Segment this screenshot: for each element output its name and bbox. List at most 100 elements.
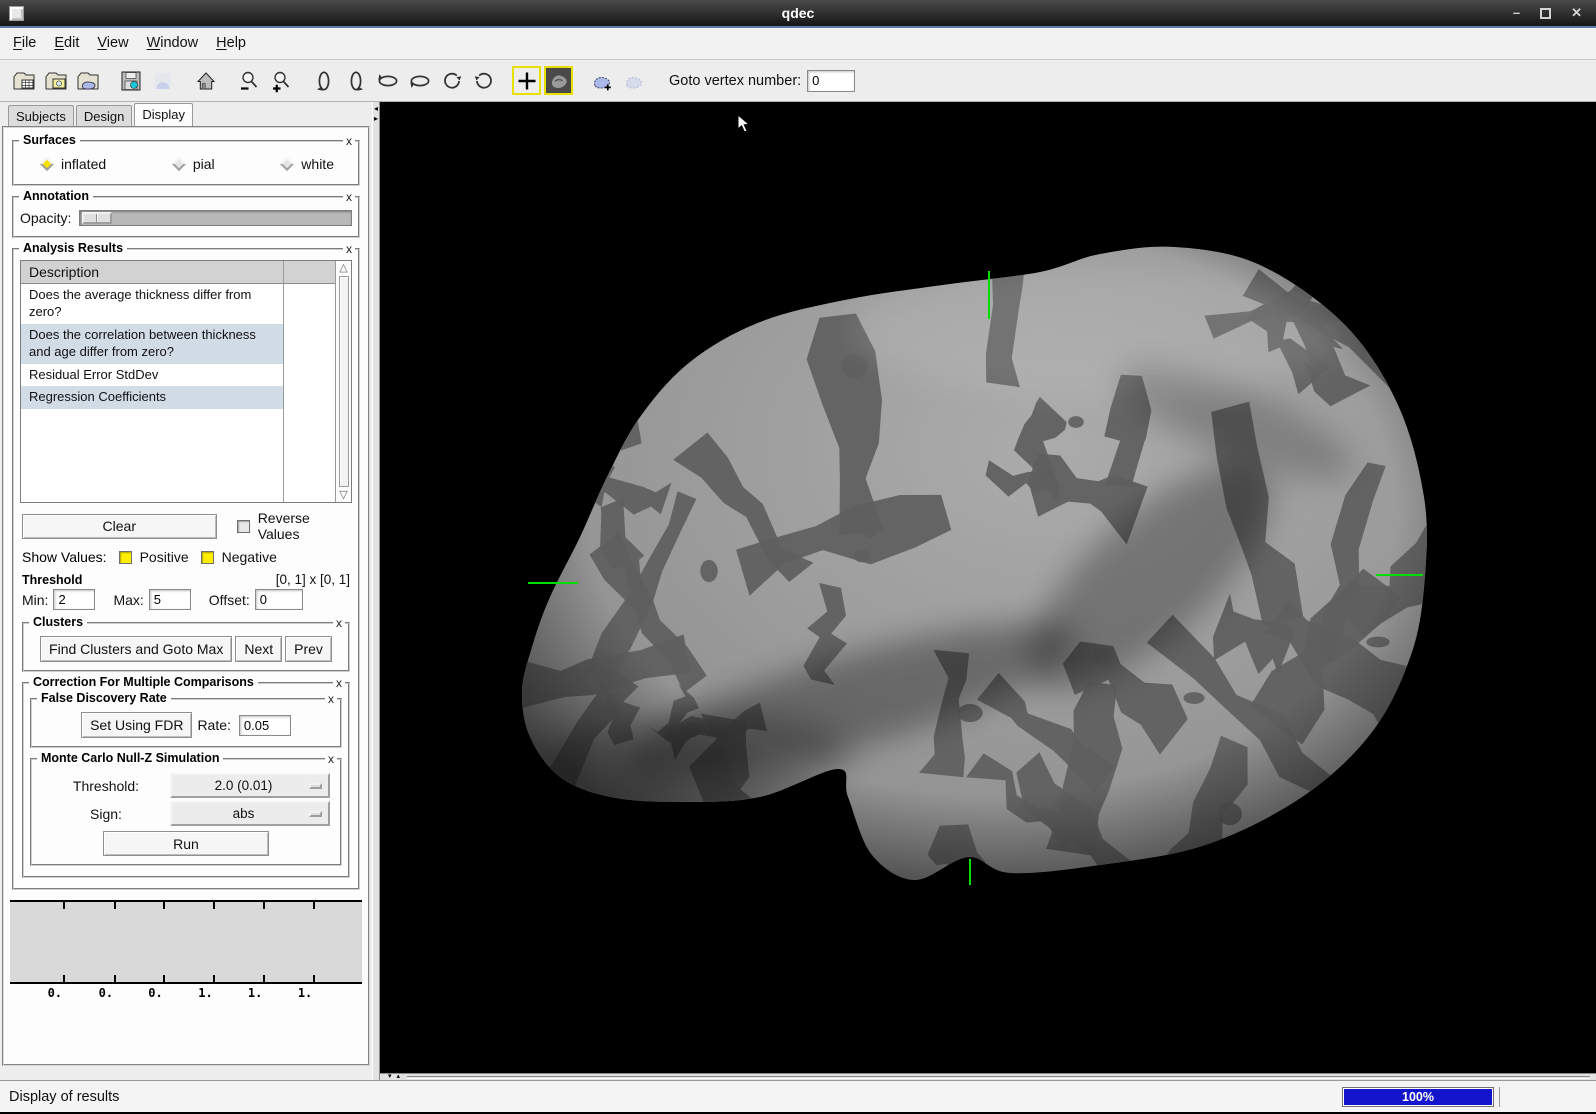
save-tiff-icon[interactable] [116, 66, 145, 95]
menu-help[interactable]: Help [216, 35, 246, 51]
prev-cluster-button[interactable]: Prev [285, 636, 332, 662]
empty-column-header [284, 261, 335, 284]
axis-tick-label: 0. [88, 986, 124, 1000]
opacity-slider[interactable] [79, 210, 352, 226]
axis-tick-label: 1. [287, 986, 323, 1000]
radio-surface-inflated[interactable]: inflated [42, 156, 106, 172]
radio-label: pial [193, 156, 215, 172]
zoom-out-icon[interactable] [234, 66, 263, 95]
threshold-offset-input[interactable] [255, 589, 303, 610]
goto-vertex-input[interactable] [807, 70, 855, 92]
draw-label-tool-icon[interactable] [587, 66, 616, 95]
fdr-close-icon[interactable]: x [325, 692, 337, 706]
axis-tick [213, 902, 215, 909]
radio-surface-white[interactable]: white [282, 156, 334, 172]
radio-diamond-icon [40, 157, 54, 171]
menu-window[interactable]: Window [147, 35, 199, 51]
axis-tick [263, 975, 265, 982]
sash-collapse-down-icon[interactable]: ▾ [388, 1074, 392, 1080]
mc-threshold-label: Threshold: [42, 778, 170, 794]
axis-tick [163, 975, 165, 982]
monte-carlo-frame-title: Monte Carlo Null-Z Simulation [37, 751, 223, 765]
reverse-values-checkbox[interactable] [237, 520, 249, 533]
minimize-button[interactable]: – [1513, 7, 1520, 19]
close-button[interactable]: ✕ [1571, 7, 1582, 19]
3d-surface-view[interactable] [380, 102, 1596, 1073]
title-bar[interactable]: qdec – ✕ [0, 0, 1596, 26]
find-clusters-button[interactable]: Find Clusters and Goto Max [40, 636, 232, 662]
correction-close-icon[interactable]: x [333, 676, 345, 690]
rotate-cw-icon[interactable] [469, 66, 498, 95]
rotate-down-icon[interactable] [405, 66, 434, 95]
tab-display[interactable]: Display [134, 103, 193, 126]
analysis-results-table: Description Does the average thickness d… [20, 260, 352, 503]
rotate-ccw-icon[interactable] [437, 66, 466, 95]
crosshair-select-tool-icon[interactable] [512, 66, 541, 95]
radio-surface-pial[interactable]: pial [174, 156, 215, 172]
axis-tick [263, 902, 265, 909]
tab-design[interactable]: Design [76, 105, 132, 126]
clear-button[interactable]: Clear [22, 514, 217, 539]
view-resize-sash[interactable]: ▾ ▴ [380, 1073, 1596, 1080]
annotation-close-icon[interactable]: x [343, 190, 355, 204]
set-using-fdr-button[interactable]: Set Using FDR [81, 712, 192, 738]
surface-paint-tool-icon[interactable] [544, 66, 573, 95]
rate-label: Rate: [197, 717, 230, 733]
analysis-result-row[interactable]: Regression Coefficients [21, 386, 283, 409]
results-scrollbar[interactable]: △ ▽ [335, 261, 351, 502]
positive-checkbox[interactable] [119, 551, 132, 564]
mc-sign-dropdown[interactable]: abs [170, 801, 330, 826]
status-bar: Display of results 100% [0, 1080, 1596, 1112]
sash-collapse-left-icon[interactable]: ◂ [374, 104, 378, 114]
reverse-values-label: Reverse Values [258, 510, 350, 542]
threshold-max-input[interactable] [149, 589, 191, 610]
status-message: Display of results [9, 1089, 119, 1105]
description-column-header[interactable]: Description [21, 261, 283, 284]
progress-bar: 100% [1342, 1087, 1494, 1107]
rotate-left-icon[interactable] [309, 66, 338, 95]
negative-label: Negative [222, 549, 277, 565]
inflated-brain-surface[interactable] [380, 102, 1596, 1073]
sash-expand-up-icon[interactable]: ▴ [397, 1074, 401, 1080]
analysis-results-close-icon[interactable]: x [343, 242, 355, 256]
negative-checkbox[interactable] [201, 551, 214, 564]
radio-label: white [301, 156, 334, 172]
rotate-right-icon[interactable] [341, 66, 370, 95]
analysis-result-row[interactable]: Residual Error StdDev [21, 364, 283, 387]
menu-file[interactable]: File [13, 35, 36, 51]
fdr-rate-input[interactable] [239, 715, 291, 736]
surfaces-close-icon[interactable]: x [343, 134, 355, 148]
dropdown-indicator-icon [309, 811, 322, 817]
min-label: Min: [22, 592, 48, 608]
analysis-result-row[interactable]: Does the average thickness differ from z… [21, 284, 283, 324]
scroll-down-icon[interactable]: ▽ [339, 488, 347, 502]
next-cluster-button[interactable]: Next [235, 636, 282, 662]
save-label-icon [148, 66, 177, 95]
threshold-min-input[interactable] [53, 589, 95, 610]
tab-subjects[interactable]: Subjects [8, 105, 74, 126]
load-data-table-icon[interactable] [9, 66, 38, 95]
radio-label: inflated [61, 156, 106, 172]
scroll-up-icon[interactable]: △ [339, 261, 347, 275]
load-project-file-icon[interactable] [41, 66, 70, 95]
progress-tail-cell [1499, 1087, 1541, 1107]
menu-edit[interactable]: Edit [54, 35, 79, 51]
restore-view-home-icon[interactable] [191, 66, 220, 95]
opacity-slider-handle[interactable] [82, 212, 112, 224]
maximize-button[interactable] [1540, 8, 1551, 19]
menu-view[interactable]: View [97, 35, 128, 51]
sash-groove [407, 1076, 1590, 1079]
run-simulation-button[interactable]: Run [103, 831, 269, 856]
monte-carlo-close-icon[interactable]: x [325, 752, 337, 766]
load-label-icon[interactable] [73, 66, 102, 95]
zoom-in-icon[interactable] [266, 66, 295, 95]
scrollbar-thumb[interactable] [339, 276, 349, 487]
fdr-frame: False Discovery Rate x Set Using FDR Rat… [30, 698, 342, 748]
sash-expand-right-icon[interactable]: ▸ [374, 114, 378, 124]
analysis-result-row[interactable]: Does the correlation between thickness a… [21, 324, 283, 364]
clusters-close-icon[interactable]: x [333, 616, 345, 630]
rotate-up-icon[interactable] [373, 66, 402, 95]
mc-threshold-dropdown[interactable]: 2.0 (0.01) [170, 773, 330, 798]
annotation-frame: Annotation x Opacity: [12, 196, 360, 238]
panel-resize-sash[interactable]: ◂ ▸ [372, 102, 380, 1080]
